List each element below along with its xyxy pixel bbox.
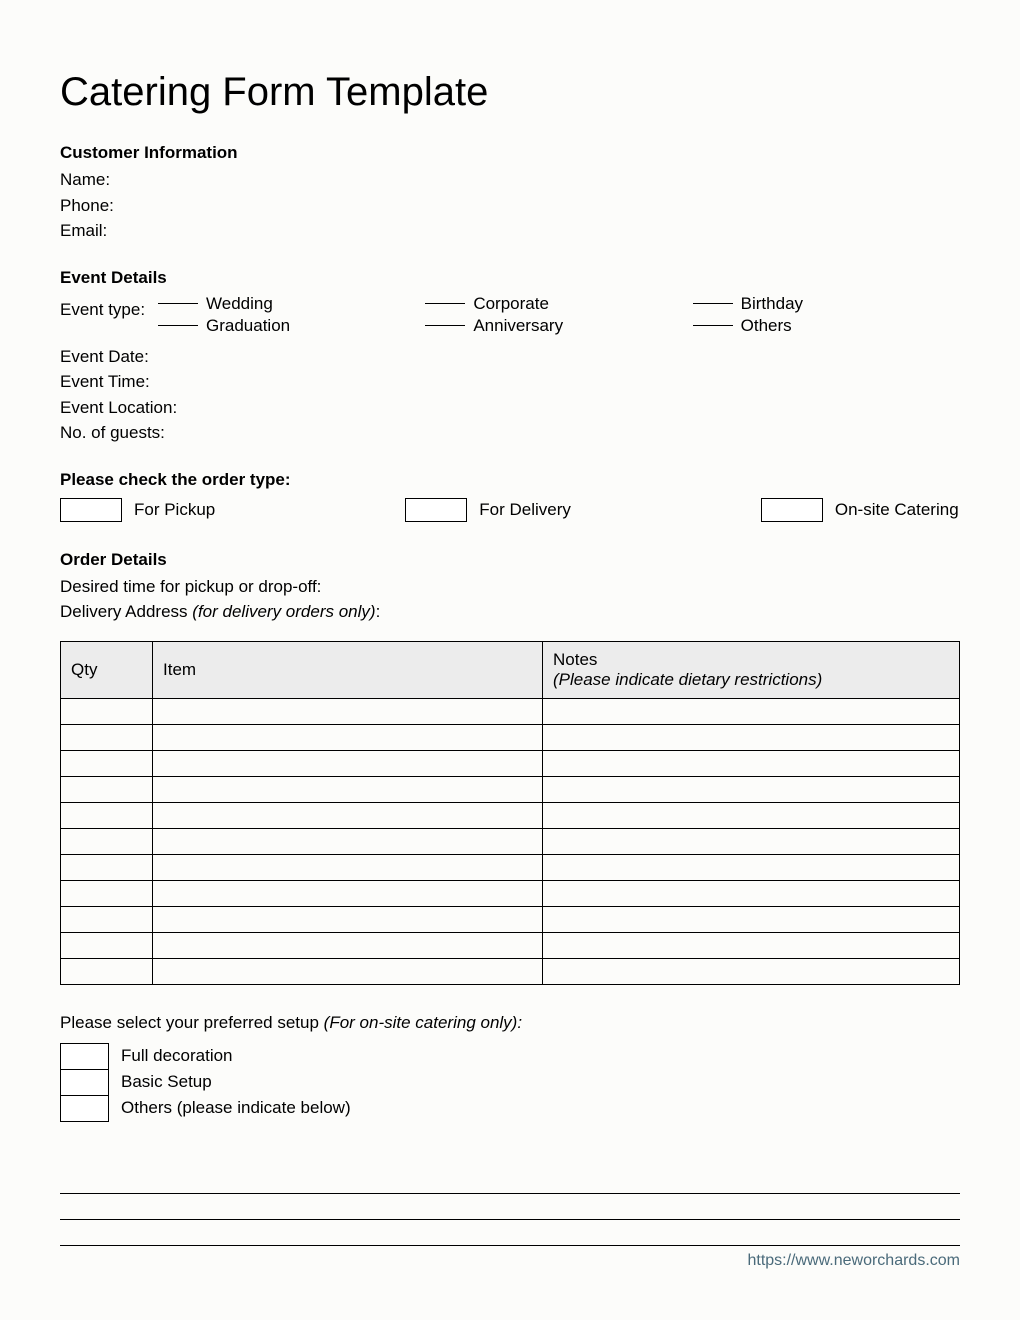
table-header-qty: Qty [61, 641, 153, 698]
order-items-table: Qty Item Notes (Please indicate dietary … [60, 641, 960, 985]
setup-option-full[interactable]: Full decoration [61, 1043, 351, 1069]
checkbox-icon[interactable] [405, 498, 467, 522]
order-details-section: Order Details Desired time for pickup or… [60, 550, 960, 985]
setup-section: Please select your preferred setup (For … [60, 1013, 960, 1122]
freeform-lines[interactable] [60, 1168, 960, 1246]
email-field[interactable]: Email: [60, 218, 960, 244]
event-time-field[interactable]: Event Time: [60, 369, 960, 395]
customer-info-header: Customer Information [60, 143, 960, 163]
event-details-header: Event Details [60, 268, 960, 288]
footer-url[interactable]: https://www.neworchards.com [60, 1252, 960, 1270]
table-row[interactable] [61, 880, 960, 906]
event-location-field[interactable]: Event Location: [60, 395, 960, 421]
order-type-delivery[interactable]: For Delivery [405, 498, 571, 522]
table-row[interactable] [61, 932, 960, 958]
page-title: Catering Form Template [60, 70, 960, 115]
event-type-options: Wedding Corporate Birthday Graduation An… [158, 294, 960, 336]
setup-option-others[interactable]: Others (please indicate below) [61, 1095, 351, 1121]
order-type-header: Please check the order type: [60, 470, 960, 490]
name-field[interactable]: Name: [60, 167, 960, 193]
table-row[interactable] [61, 724, 960, 750]
customer-info-section: Customer Information Name: Phone: Email: [60, 143, 960, 244]
table-row[interactable] [61, 750, 960, 776]
table-row[interactable] [61, 802, 960, 828]
event-type-birthday[interactable]: Birthday [693, 294, 960, 314]
desired-time-field[interactable]: Desired time for pickup or drop-off: [60, 574, 960, 600]
delivery-address-field[interactable]: Delivery Address (for delivery orders on… [60, 599, 960, 625]
table-row[interactable] [61, 698, 960, 724]
table-row[interactable] [61, 906, 960, 932]
order-type-onsite[interactable]: On-site Catering [761, 498, 959, 522]
table-row[interactable] [61, 828, 960, 854]
setup-intro: Please select your preferred setup (For … [60, 1013, 960, 1033]
checkbox-icon[interactable] [61, 1043, 109, 1069]
setup-option-basic[interactable]: Basic Setup [61, 1069, 351, 1095]
event-type-wedding[interactable]: Wedding [158, 294, 425, 314]
guests-field[interactable]: No. of guests: [60, 420, 960, 446]
checkbox-icon[interactable] [61, 1095, 109, 1121]
checkbox-icon[interactable] [60, 498, 122, 522]
event-type-graduation[interactable]: Graduation [158, 316, 425, 336]
order-details-header: Order Details [60, 550, 960, 570]
event-date-field[interactable]: Event Date: [60, 344, 960, 370]
table-row[interactable] [61, 776, 960, 802]
event-type-anniversary[interactable]: Anniversary [425, 316, 692, 336]
phone-field[interactable]: Phone: [60, 193, 960, 219]
order-type-pickup[interactable]: For Pickup [60, 498, 215, 522]
table-row[interactable] [61, 854, 960, 880]
event-type-label: Event type: [60, 294, 158, 320]
event-details-section: Event Details Event type: Wedding Corpor… [60, 268, 960, 446]
table-row[interactable] [61, 958, 960, 984]
checkbox-icon[interactable] [761, 498, 823, 522]
checkbox-icon[interactable] [61, 1069, 109, 1095]
event-type-others[interactable]: Others [693, 316, 960, 336]
table-header-notes: Notes (Please indicate dietary restricti… [543, 641, 960, 698]
order-type-section: Please check the order type: For Pickup … [60, 470, 960, 522]
event-type-corporate[interactable]: Corporate [425, 294, 692, 314]
table-header-item: Item [153, 641, 543, 698]
